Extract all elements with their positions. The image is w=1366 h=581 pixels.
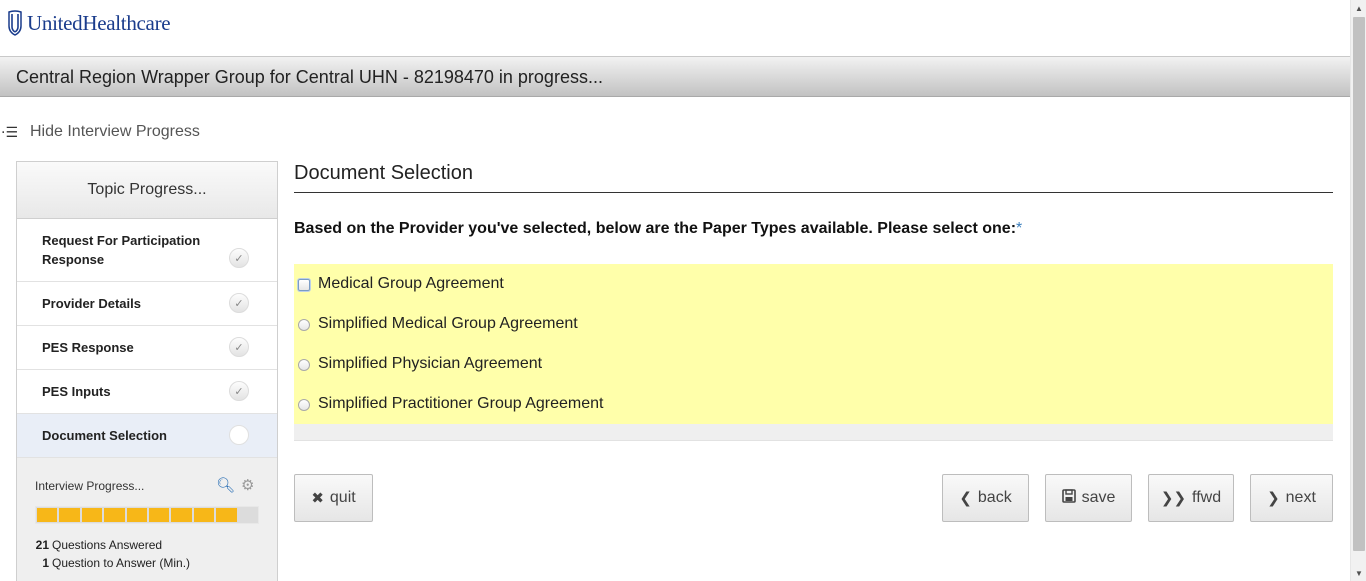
interview-progress-bar bbox=[35, 506, 259, 524]
ffwd-button[interactable]: ❯❯ ffwd bbox=[1148, 474, 1234, 522]
main-content: Document Selection Based on the Provider… bbox=[294, 160, 1333, 441]
floppy-disk-icon bbox=[1061, 489, 1076, 507]
interview-progress-tools: 🔍︎ ⚙ bbox=[216, 478, 255, 494]
vertical-scrollbar[interactable]: ▲ ▼ bbox=[1350, 0, 1366, 581]
remaining-label: Question to Answer (Min.) bbox=[52, 556, 191, 570]
next-button[interactable]: ❯ next bbox=[1250, 474, 1333, 522]
logo-text: UnitedHealthcare bbox=[27, 10, 171, 35]
questions-remaining: 1 Question to Answer (Min.) bbox=[35, 556, 190, 570]
uhc-shield-icon bbox=[8, 10, 22, 36]
checkmark-icon: ✓ bbox=[229, 248, 249, 268]
remaining-count: 1 bbox=[42, 556, 49, 570]
topic-item-document-selection[interactable]: Document Selection ✓ bbox=[17, 414, 277, 458]
progress-segment bbox=[193, 508, 215, 522]
topic-item-request-for-participation-response[interactable]: Request For Participation Response ✓ bbox=[17, 219, 277, 282]
progress-segment bbox=[37, 508, 58, 522]
checkmark-icon: ✓ bbox=[229, 381, 249, 401]
progress-segment bbox=[148, 508, 170, 522]
questions-answered: 21 Questions Answered bbox=[35, 538, 162, 552]
topic-item-pes-response[interactable]: PES Response ✓ bbox=[17, 326, 277, 370]
option-label: Simplified Practitioner Group Agreement bbox=[318, 395, 604, 412]
topic-list: Request For Participation Response ✓ Pro… bbox=[17, 219, 277, 458]
save-button[interactable]: save bbox=[1045, 474, 1132, 522]
back-button[interactable]: ❮ back bbox=[942, 474, 1029, 522]
question-text: Based on the Provider you've selected, b… bbox=[294, 220, 1017, 237]
option-simplified-physician-agreement[interactable]: Simplified Physician Agreement bbox=[294, 355, 1333, 395]
answered-label: Questions Answered bbox=[52, 538, 163, 552]
topic-label: Provider Details bbox=[42, 296, 141, 311]
topic-progress-title: Topic Progress... bbox=[87, 181, 207, 198]
topic-label: Document Selection bbox=[42, 428, 167, 443]
option-label: Medical Group Agreement bbox=[318, 275, 504, 292]
list-collapse-icon: ⋅☰ bbox=[1, 123, 19, 140]
progress-segment bbox=[81, 508, 103, 522]
ffwd-label: ffwd bbox=[1192, 489, 1222, 506]
radio-button[interactable] bbox=[298, 319, 310, 331]
progress-segment bbox=[216, 508, 237, 522]
progress-segment bbox=[104, 508, 125, 522]
hide-interview-progress-toggle[interactable]: ⋅☰ Hide Interview Progress bbox=[0, 123, 200, 141]
radio-button[interactable] bbox=[298, 399, 310, 411]
double-chevron-right-icon: ❯❯ bbox=[1160, 490, 1187, 507]
radio-button[interactable] bbox=[298, 359, 310, 371]
scrollbar-thumb[interactable] bbox=[1353, 17, 1365, 551]
banner-title: Central Region Wrapper Group for Central… bbox=[16, 67, 603, 87]
magnifier-icon[interactable]: 🔍︎ bbox=[216, 478, 235, 494]
section-title: Document Selection bbox=[294, 162, 473, 184]
interview-banner: Central Region Wrapper Group for Central… bbox=[0, 57, 1350, 97]
checkmark-icon: ✓ bbox=[229, 293, 249, 313]
checkmark-icon: ✓ bbox=[229, 337, 249, 357]
radio-button[interactable] bbox=[298, 279, 310, 291]
quit-label: quit bbox=[329, 489, 356, 506]
topic-item-provider-details[interactable]: Provider Details ✓ bbox=[17, 282, 277, 326]
section-divider bbox=[294, 192, 1333, 193]
question-prompt: Based on the Provider you've selected, b… bbox=[294, 220, 1333, 238]
scroll-up-arrow-icon[interactable]: ▲ bbox=[1351, 0, 1366, 16]
gear-icon[interactable]: ⚙ bbox=[241, 478, 254, 494]
uhc-logo[interactable]: UnitedHealthcare bbox=[8, 10, 171, 36]
progress-segment bbox=[171, 508, 192, 522]
topic-progress-header: Topic Progress... bbox=[17, 162, 277, 219]
option-label: Simplified Medical Group Agreement bbox=[318, 315, 578, 332]
progress-segment bbox=[126, 508, 147, 522]
interview-progress-title: Interview Progress... bbox=[35, 479, 145, 493]
paper-type-options: Medical Group Agreement Simplified Medic… bbox=[294, 264, 1333, 424]
options-footer-strip bbox=[294, 424, 1333, 441]
required-marker: * bbox=[1016, 220, 1023, 237]
chevron-right-icon: ❯ bbox=[1267, 490, 1280, 507]
scroll-down-arrow-icon[interactable]: ▼ bbox=[1351, 565, 1366, 581]
option-label: Simplified Physician Agreement bbox=[318, 355, 543, 372]
answered-count: 21 bbox=[35, 538, 49, 552]
hide-progress-label: Hide Interview Progress bbox=[30, 123, 200, 140]
quit-button[interactable]: ✖ quit bbox=[294, 474, 373, 522]
save-label: save bbox=[1081, 489, 1116, 506]
page: UnitedHealthcare Central Region Wrapper … bbox=[0, 0, 1366, 581]
topic-label: Request For Participation Response bbox=[42, 233, 201, 267]
option-simplified-medical-group-agreement[interactable]: Simplified Medical Group Agreement bbox=[294, 315, 1333, 355]
back-label: back bbox=[977, 489, 1012, 506]
topic-progress-panel: Topic Progress... Request For Participat… bbox=[16, 161, 278, 581]
progress-segment bbox=[59, 508, 80, 522]
topic-label: PES Response bbox=[42, 340, 134, 355]
x-icon: ✖ bbox=[311, 490, 324, 507]
topic-item-pes-inputs[interactable]: PES Inputs ✓ bbox=[17, 370, 277, 414]
interview-progress: Interview Progress... 🔍︎ ⚙ 21 Questions A… bbox=[17, 458, 277, 581]
next-label: next bbox=[1285, 489, 1316, 506]
pending-circle-icon: ✓ bbox=[229, 425, 249, 445]
option-medical-group-agreement[interactable]: Medical Group Agreement bbox=[294, 275, 1333, 315]
chevron-left-icon: ❮ bbox=[959, 490, 972, 507]
topic-label: PES Inputs bbox=[42, 384, 111, 399]
